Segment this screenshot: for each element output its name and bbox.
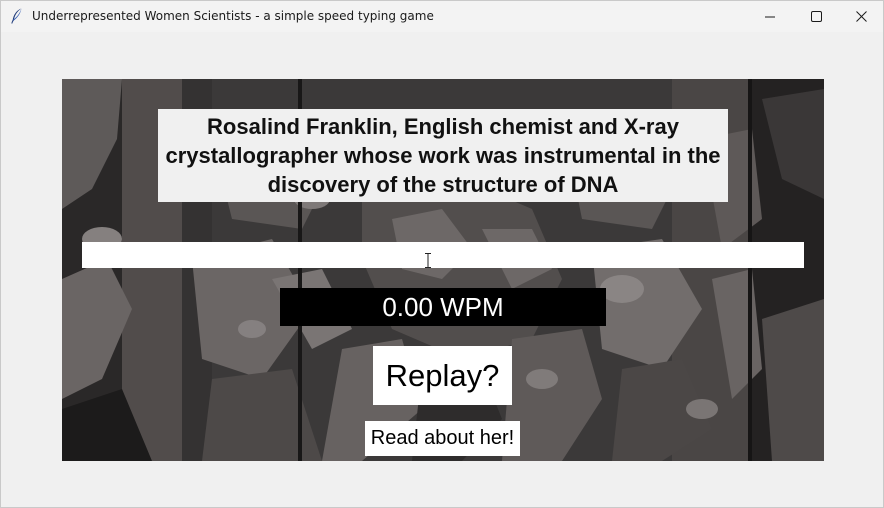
prompt-text: Rosalind Franklin, English chemist and X… xyxy=(158,109,728,202)
maximize-button[interactable] xyxy=(793,1,839,32)
close-icon xyxy=(855,11,867,22)
wpm-display: 0.00 WPM xyxy=(280,288,606,326)
window-title: Underrepresented Women Scientists - a si… xyxy=(32,9,434,23)
game-canvas: Rosalind Franklin, English chemist and X… xyxy=(62,79,824,461)
typing-input[interactable] xyxy=(82,242,804,268)
app-window: Underrepresented Women Scientists - a si… xyxy=(0,0,884,508)
replay-button[interactable]: Replay? xyxy=(373,346,512,405)
title-bar[interactable]: Underrepresented Women Scientists - a si… xyxy=(1,1,883,32)
feather-icon xyxy=(11,8,23,24)
minimize-icon xyxy=(765,12,775,22)
minimize-button[interactable] xyxy=(747,1,793,32)
read-about-button[interactable]: Read about her! xyxy=(365,421,520,456)
maximize-icon xyxy=(810,11,822,22)
close-button[interactable] xyxy=(838,1,884,32)
